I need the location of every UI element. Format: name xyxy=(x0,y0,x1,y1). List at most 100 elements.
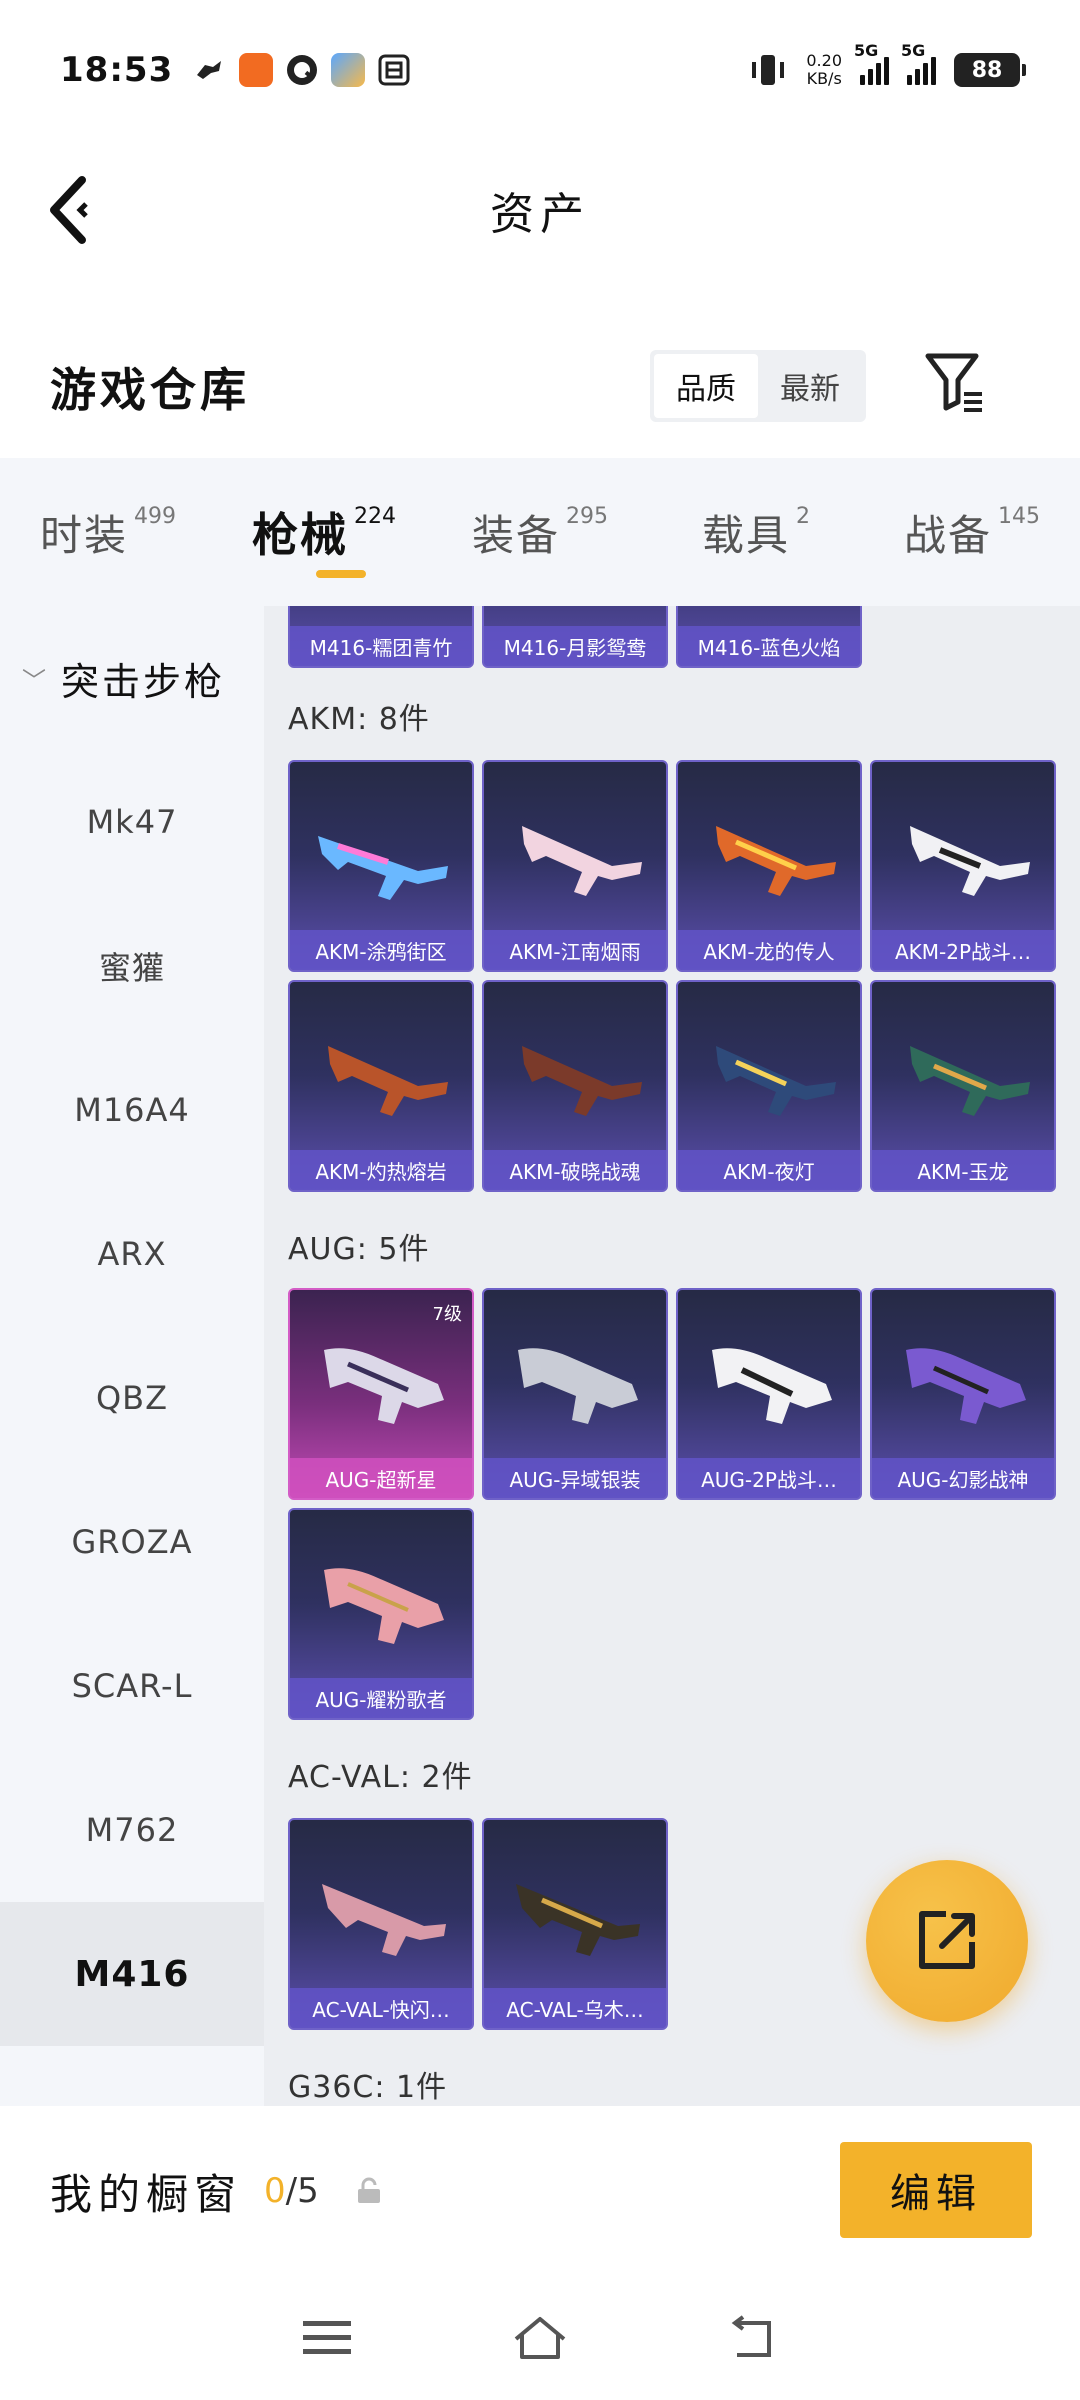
weapon-card[interactable]: AKM-夜灯 xyxy=(676,980,862,1192)
weapon-card[interactable]: 7级 AUG-超新星 xyxy=(288,1288,474,1500)
document-app-icon xyxy=(378,54,410,86)
weapon-card-label: AKM-江南烟雨 xyxy=(484,930,666,970)
lock-icon[interactable] xyxy=(355,2177,383,2205)
back-icon[interactable] xyxy=(723,2313,783,2363)
sidebar-item-m762[interactable]: M762 xyxy=(0,1758,264,1902)
weapon-card[interactable]: AUG-幻影战神 xyxy=(870,1288,1056,1500)
weapon-card-label: AKM-破晓战魂 xyxy=(484,1150,666,1190)
weapon-card-label: AC-VAL-乌木… xyxy=(484,1988,666,2028)
sidebar-item-mk47[interactable]: Mk47 xyxy=(0,750,264,894)
net-speed: 0.20 KB/s xyxy=(806,52,842,88)
showcase-current: 0 xyxy=(264,2171,286,2211)
rifle-icon xyxy=(328,1046,448,1116)
weapon-sidebar: ﹀ 突击步枪 Mk47 蜜獾 M16A4 ARX QBZ GROZA SCAR-… xyxy=(0,606,264,2106)
tab-firearms[interactable]: 枪械 224 xyxy=(216,458,432,606)
rifle-icon xyxy=(318,836,448,900)
sidebar-item-m16a4[interactable]: M16A4 xyxy=(0,1038,264,1182)
sidebar-item-groza[interactable]: GROZA xyxy=(0,1470,264,1614)
weapon-level-badge: 7级 xyxy=(432,1304,462,1325)
category-tabs: 时装 499 枪械 224 装备 295 载具 2 战备 145 xyxy=(0,458,1080,606)
share-button[interactable] xyxy=(866,1860,1028,2022)
rifle-icon xyxy=(518,1348,638,1424)
section-title-g36c: G36C: 1件 xyxy=(288,2070,448,2105)
tab-label: 时装 xyxy=(39,510,128,560)
page-title: 资产 xyxy=(490,189,590,240)
weapon-card-label: M416-糯团青竹 xyxy=(290,626,472,666)
status-bar: 18:53 0.20 KB/s 5G 5G 88 xyxy=(0,0,1080,140)
weapon-card-label: AUG-异域银装 xyxy=(484,1458,666,1498)
status-time: 18:53 xyxy=(60,50,174,90)
tab-label: 战备 xyxy=(903,510,992,560)
rifle-icon xyxy=(910,826,1030,896)
weapon-card-label: AKM-玉龙 xyxy=(872,1150,1054,1190)
tab-equipment[interactable]: 装备 295 xyxy=(432,458,648,606)
weapon-card[interactable]: AUG-异域银装 xyxy=(482,1288,668,1500)
sort-newest-button[interactable]: 最新 xyxy=(758,354,862,418)
weapon-card-label: AKM-2P战斗… xyxy=(872,930,1054,970)
weapon-card-label: AC-VAL-快闪… xyxy=(290,1988,472,2028)
sidebar-item-honey-badger[interactable]: 蜜獾 xyxy=(0,894,264,1038)
tab-vehicles[interactable]: 载具 2 xyxy=(648,458,864,606)
sidebar-item-qbz[interactable]: QBZ xyxy=(0,1326,264,1470)
weapon-card-label: M416-月影鸳鸯 xyxy=(484,626,666,666)
section-title-ac-val: AC-VAL: 2件 xyxy=(288,1760,473,1795)
weapon-card[interactable]: AKM-涂鸦街区 xyxy=(288,760,474,972)
sidebar-group-label: 突击步枪 xyxy=(61,659,226,704)
weapon-card[interactable]: AKM-江南烟雨 xyxy=(482,760,668,972)
status-right: 0.20 KB/s 5G 5G 88 xyxy=(748,41,1026,88)
sidebar-item-arx[interactable]: ARX xyxy=(0,1182,264,1326)
tab-supplies[interactable]: 战备 145 xyxy=(864,458,1080,606)
shopping-app-icon xyxy=(239,53,274,87)
sidebar-group-assault-rifles[interactable]: ﹀ 突击步枪 xyxy=(0,606,264,750)
weapon-card[interactable]: AKM-破晓战魂 xyxy=(482,980,668,1192)
tab-label: 装备 xyxy=(471,510,560,560)
weapon-card[interactable]: AKM-灼热熔岩 xyxy=(288,980,474,1192)
warehouse-header: 游戏仓库 品质 最新 xyxy=(0,330,1080,440)
signal-label: 5G xyxy=(901,41,926,60)
q-app-icon xyxy=(287,55,318,85)
vibrate-icon xyxy=(752,55,785,85)
weapon-card-label: AKM-灼热熔岩 xyxy=(290,1150,472,1190)
showcase-label: 我的橱窗 xyxy=(50,2169,243,2219)
signal-strength-2: 5G xyxy=(901,41,936,85)
weapon-card[interactable]: AC-VAL-乌木… xyxy=(482,1818,668,2030)
home-icon[interactable] xyxy=(510,2313,570,2363)
face-app-icon xyxy=(331,53,366,87)
edit-button[interactable]: 编辑 xyxy=(840,2142,1032,2238)
weapon-card[interactable]: M416-蓝色火焰 xyxy=(676,606,862,668)
weapon-card[interactable]: AKM-2P战斗… xyxy=(870,760,1056,972)
filter-icon[interactable] xyxy=(924,350,984,414)
weapon-card-label: AKM-夜灯 xyxy=(678,1150,860,1190)
rifle-icon xyxy=(324,1568,444,1644)
menu-icon[interactable] xyxy=(297,2313,357,2363)
tab-fashion[interactable]: 时装 499 xyxy=(0,458,216,606)
weapon-card[interactable]: M416-月影鸳鸯 xyxy=(482,606,668,668)
weapon-card[interactable]: AUG-耀粉歌者 xyxy=(288,1508,474,1720)
back-arrow-icon[interactable] xyxy=(40,170,110,250)
rifle-icon xyxy=(322,1884,446,1956)
battery-icon: 88 xyxy=(954,53,1026,87)
rifle-icon xyxy=(716,826,836,896)
chevron-down-icon: ﹀ xyxy=(22,666,49,695)
showcase-count: 0/5 xyxy=(264,2171,319,2211)
sidebar-item-scar-l[interactable]: SCAR-L xyxy=(0,1614,264,1758)
sort-quality-button[interactable]: 品质 xyxy=(654,354,758,418)
rifle-icon xyxy=(712,1348,832,1424)
rifle-icon xyxy=(716,1046,836,1116)
battery-level: 88 xyxy=(971,57,1003,83)
tab-count: 499 xyxy=(134,503,176,529)
tab-count: 2 xyxy=(796,503,810,529)
header: 资产 xyxy=(0,140,1080,280)
section-title-aug: AUG: 5件 xyxy=(288,1232,430,1267)
weapon-card-label: AUG-超新星 xyxy=(290,1458,472,1498)
weapon-card[interactable]: AUG-2P战斗… xyxy=(676,1288,862,1500)
weapon-card-label: AUG-耀粉歌者 xyxy=(290,1678,472,1718)
weapon-card[interactable]: M416-糯团青竹 xyxy=(288,606,474,668)
tab-count: 224 xyxy=(354,503,396,529)
weapon-card[interactable]: AC-VAL-快闪… xyxy=(288,1818,474,2030)
weapon-card[interactable]: AKM-玉龙 xyxy=(870,980,1056,1192)
sidebar-item-m416[interactable]: M416 xyxy=(0,1902,264,2046)
weapon-card-label: AUG-2P战斗… xyxy=(678,1458,860,1498)
signal-strength-1: 5G xyxy=(854,41,889,85)
weapon-card[interactable]: AKM-龙的传人 xyxy=(676,760,862,972)
